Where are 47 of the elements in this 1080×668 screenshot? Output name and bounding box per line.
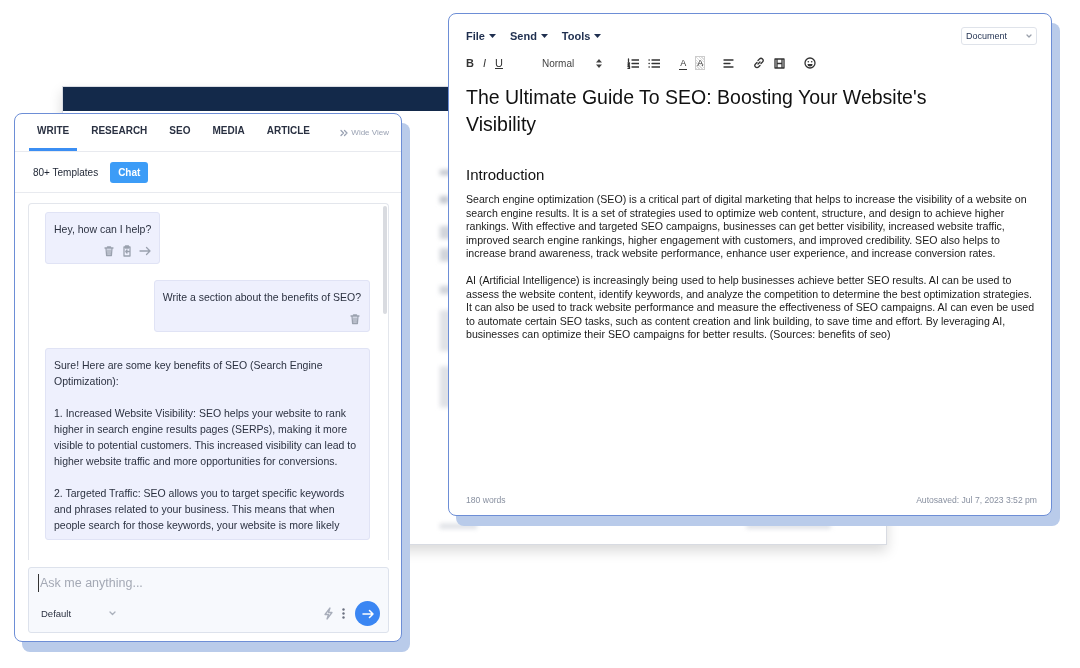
tab[interactable]: RESEARCH [83,125,156,151]
menu-item[interactable]: Send [509,30,548,42]
format-button[interactable]: I [482,57,486,69]
document-type-dropdown[interactable]: Document [961,27,1037,45]
document-title: The Ultimate Guide To SEO: Boosting Your Website's Visibility [466,85,928,137]
clipboard-icon[interactable] [121,245,134,257]
menu-item[interactable]: File [466,30,496,42]
tab[interactable]: WRITE [29,125,78,151]
tab[interactable]: MEDIA [204,125,253,151]
more-icon[interactable] [342,608,345,619]
film-icon[interactable] [774,57,786,69]
format-button[interactable]: B [466,57,474,69]
tab[interactable]: SEO [161,125,199,151]
highlight-button[interactable]: A [696,57,705,69]
message-text: 2. Targeted Traffic: SEO allows you to target specific keywords and phrases related to your business. This means that when people search for those keywords, your website is more likely [54,486,346,533]
send-button[interactable] [355,601,380,626]
caret-down-icon [488,34,496,38]
link-icon[interactable] [753,57,766,69]
model-dropdown[interactable]: Default [38,608,117,619]
up-down-caret-icon [596,58,603,68]
paragraph-style-dropdown[interactable]: Normal [541,57,603,69]
autosave-status: Autosaved: Jul 7, 2023 3:52 pm [916,495,1037,505]
message-field[interactable]: Ask me anything... Default [28,567,389,633]
arrow-right-icon [361,607,374,620]
message-input[interactable]: Ask me anything... [38,574,380,592]
double-chevron-icon [340,128,349,137]
format-button[interactable]: U [495,57,503,69]
menu-item[interactable]: Tools [561,30,602,42]
chevron-down-icon [109,611,117,616]
message-text: Hey, how can I help? [54,222,152,237]
text-color-button[interactable]: A [679,56,688,70]
chevron-down-icon [1026,34,1032,38]
smiley-icon[interactable] [804,57,817,69]
body-paragraph: Search engine optimization (SEO) is a critical part of digital marketing that helps to increase the visibility of a website on search engine results. It is a set of strategies used to optimize web content, structure, and design to achieve higher rankings. With effective and targeted SEO campaigns, businesses can get better visibility, increased website traffic, improved search engine rankings, higher engagement with customers, and improved credibility. SEO also helps to increase brand awareness, track website performance, enhance user experience, and increase conversion rates. [466,193,1028,261]
align-left-icon[interactable] [723,58,735,68]
message-text: Sure! Here are some key benefits of SEO (Search Engine Optimization): [54,358,324,389]
numbered-list-icon[interactable] [627,57,640,69]
tab[interactable]: ARTICLE [258,125,319,151]
message-text: Write a section about the benefits of SEO? [162,290,361,305]
body-paragraph: AI (Artificial Intelligence) is increasingly being used to help businesses achieve better SEO results. AI can be used to assess the website content, identify keywords, and analyze the competition to determine the best optimization strategies. It can also be used to track website performance and measure the effectiveness of SEO campaigns. AI can even be used to automate certain SEO tasks, such as content creation and link building, to save time and effort. By leveraging AI, businesses can optimize their SEO campaigns for better results. (Sources: benefits of seo) [466,274,1036,342]
caret-down-icon [540,34,548,38]
word-count: 180 words [466,495,506,505]
caret-down-icon [594,34,602,38]
message-text: 1. Increased Website Visibility: SEO helps your website to rank higher in search engine results pages (SERPs), making it more visible to potential customers. This increased visibility can lead to higher website traffic and more opportunities for conversions. [54,406,358,469]
mode-button[interactable]: 80+ Templates [33,162,99,182]
section-heading: Introduction [466,166,546,183]
bullet-list-icon[interactable] [648,57,661,69]
